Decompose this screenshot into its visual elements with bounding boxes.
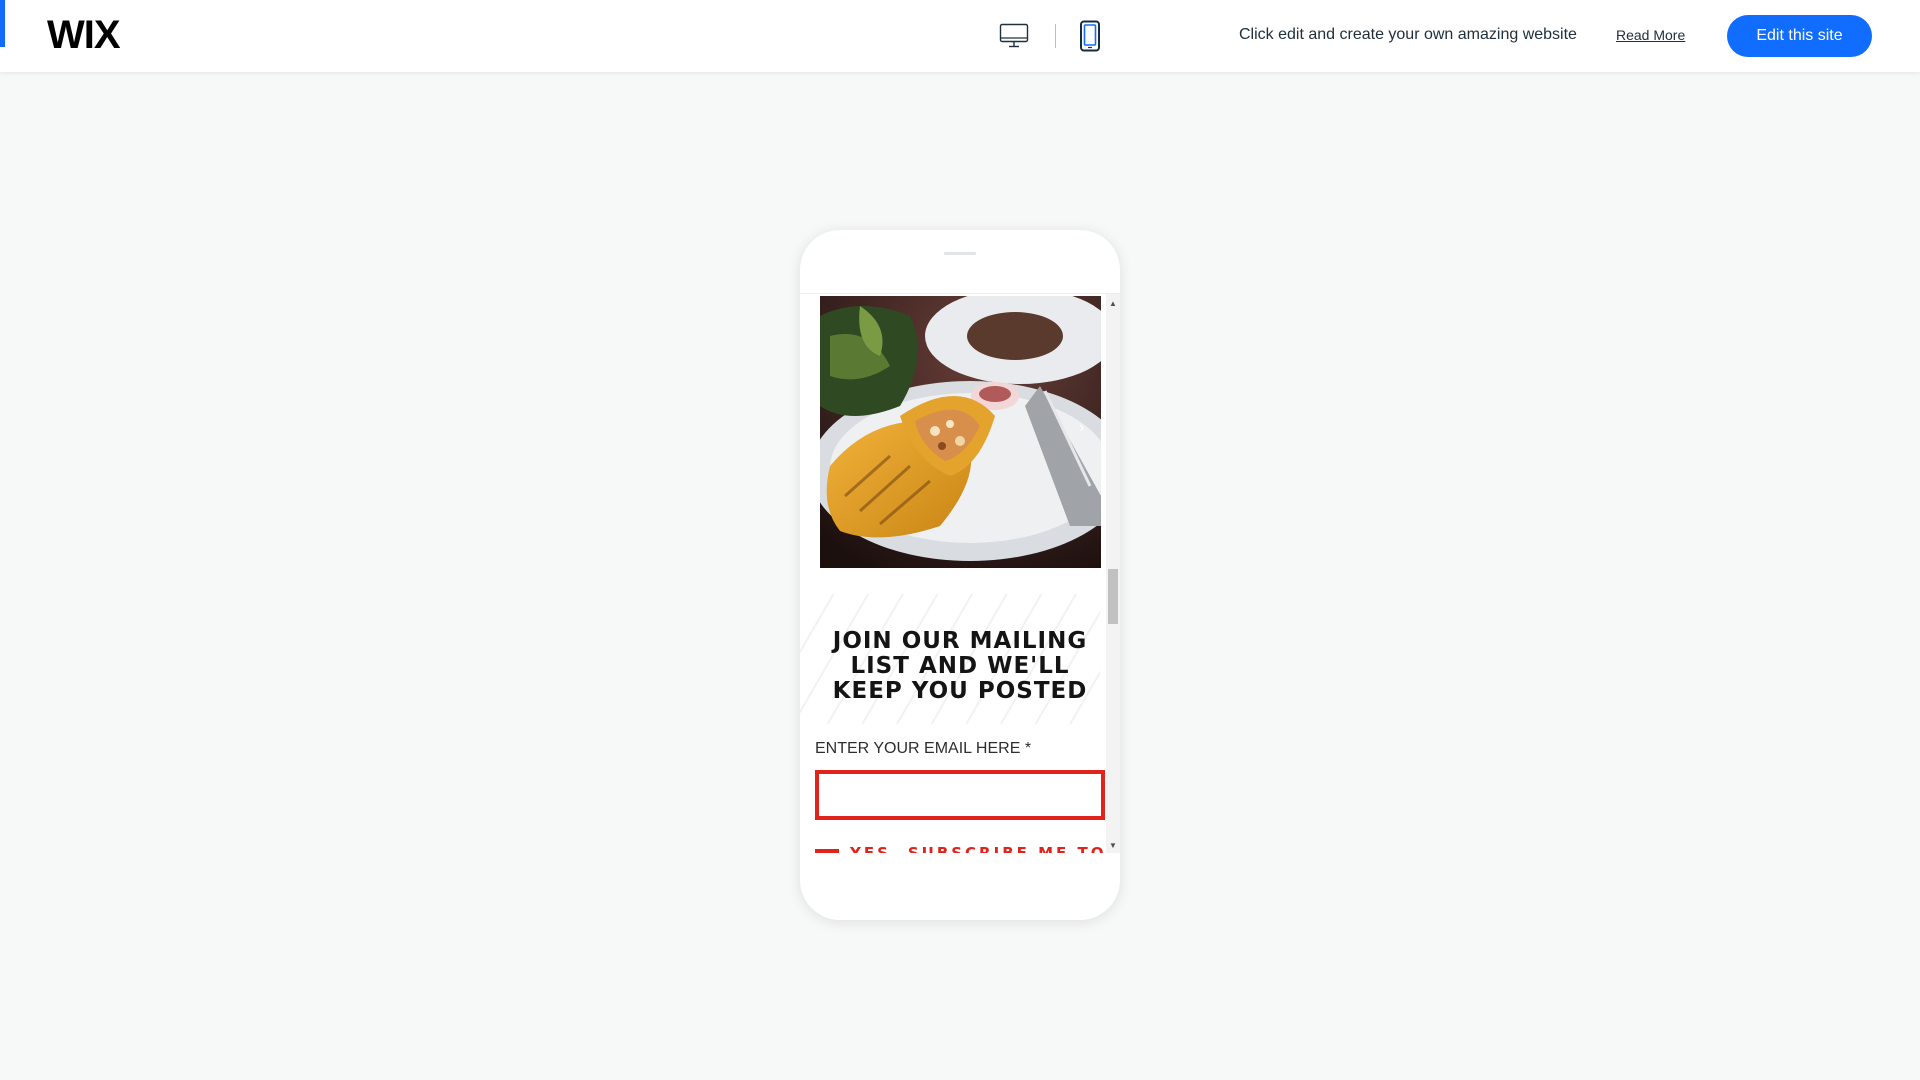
slideshow-next-arrow[interactable]: › [1079,419,1084,437]
mobile-site-viewport[interactable]: › JOIN OUR MAILING LIST AND WE'LL KEEP Y… [800,293,1120,853]
tagline: Click edit and create your own amazing w… [1239,26,1577,43]
scroll-down-arrow-icon[interactable]: ▼ [1106,838,1120,852]
desktop-view-button[interactable] [994,18,1034,54]
food-image: › [820,296,1101,568]
mailing-list-headline: JOIN OUR MAILING LIST AND WE'LL KEEP YOU… [832,628,1088,704]
subscribe-label[interactable]: YES, SUBSCRIBE ME TO [850,844,1106,853]
phone-speaker [944,252,976,255]
edit-this-site-button[interactable]: Edit this site [1727,15,1872,57]
top-bar: WIX Click edit and create your own amazi… [0,0,1920,72]
device-separator [1055,24,1056,48]
mobile-preview-frame: › JOIN OUR MAILING LIST AND WE'LL KEEP Y… [800,230,1120,920]
email-field-label: ENTER YOUR EMAIL HERE * [815,740,1032,757]
accent-strip [0,0,5,47]
food-photo [820,296,1101,568]
desktop-icon [999,23,1029,48]
mobile-view-button[interactable] [1070,18,1110,54]
scroll-up-arrow-icon[interactable]: ▲ [1106,296,1120,310]
mobile-icon [1080,20,1100,52]
scrollbar-thumb[interactable] [1108,569,1118,624]
read-more-link[interactable]: Read More [1616,27,1685,43]
wix-logo[interactable]: WIX [47,12,121,58]
subscribe-checkbox[interactable] [815,849,839,853]
email-input[interactable] [815,770,1105,820]
